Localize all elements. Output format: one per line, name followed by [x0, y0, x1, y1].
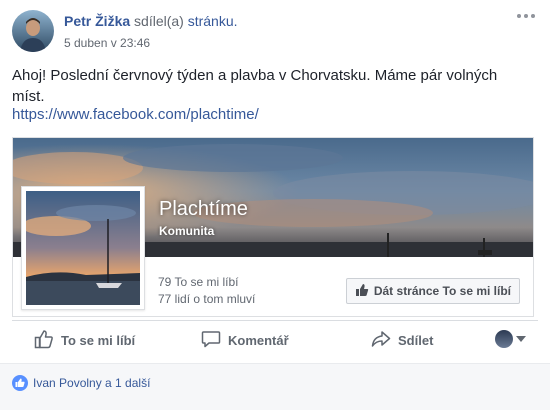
reactions-footer: Ivan Povolny a 1 další	[0, 363, 550, 410]
post-as-selector[interactable]	[495, 330, 526, 348]
page-category: Komunita	[159, 224, 215, 238]
more-options-icon-dot	[531, 14, 535, 18]
thumbs-up-icon	[34, 329, 54, 352]
comment-button[interactable]: Komentář	[201, 328, 289, 352]
page-likes-count: 79 To se mi líbí	[158, 275, 239, 289]
share-button[interactable]: Sdílet	[371, 328, 433, 352]
post-url-link[interactable]: https://www.facebook.com/plachtime/	[12, 106, 259, 123]
comment-bubble-icon	[201, 329, 221, 352]
reactions-summary[interactable]: Ivan Povolny a 1 další	[12, 375, 150, 391]
chevron-down-icon	[516, 336, 526, 342]
more-options-icon-dot	[524, 14, 528, 18]
more-options-button[interactable]	[514, 8, 538, 24]
like-button[interactable]: To se mi líbí	[34, 328, 135, 352]
like-page-label: Dát stránce To se mi líbí	[373, 284, 511, 298]
user-avatar	[495, 330, 513, 348]
like-label: To se mi líbí	[61, 332, 136, 348]
post-header: Petr Žižka sdílel(a) stránku.	[64, 13, 238, 29]
page-preview-card[interactable]: Plachtíme Komunita 79 To se mi líbí 77 l…	[12, 137, 534, 317]
shared-page-link[interactable]: stránku.	[188, 13, 238, 29]
author-name[interactable]: Petr Žižka	[64, 13, 130, 29]
post-timestamp[interactable]: 5 duben v 23:46	[64, 36, 150, 50]
post-action-bar: To se mi líbí Komentář Sdílet	[12, 322, 538, 358]
reactions-text: Ivan Povolny a 1 další	[33, 376, 151, 390]
feed-post: Petr Žižka sdílel(a) stránku. 5 duben v …	[0, 0, 550, 410]
like-page-button[interactable]: Dát stránce To se mi líbí	[345, 278, 520, 304]
share-arrow-icon	[371, 329, 391, 352]
divider	[12, 320, 538, 321]
post-text: Ahoj! Poslední červnový týden a plavba v…	[12, 67, 498, 105]
like-reaction-icon	[12, 375, 28, 391]
page-name[interactable]: Plachtíme	[159, 198, 248, 221]
shared-text: sdílel(a)	[134, 13, 184, 29]
page-profile-photo[interactable]	[21, 186, 145, 310]
thumbs-up-icon	[355, 283, 369, 300]
author-avatar[interactable]	[12, 10, 54, 52]
share-label: Sdílet	[398, 332, 434, 348]
comment-label: Komentář	[228, 332, 289, 348]
more-options-icon	[517, 14, 521, 18]
page-talking-count: 77 lidí o tom mluví	[158, 292, 256, 306]
